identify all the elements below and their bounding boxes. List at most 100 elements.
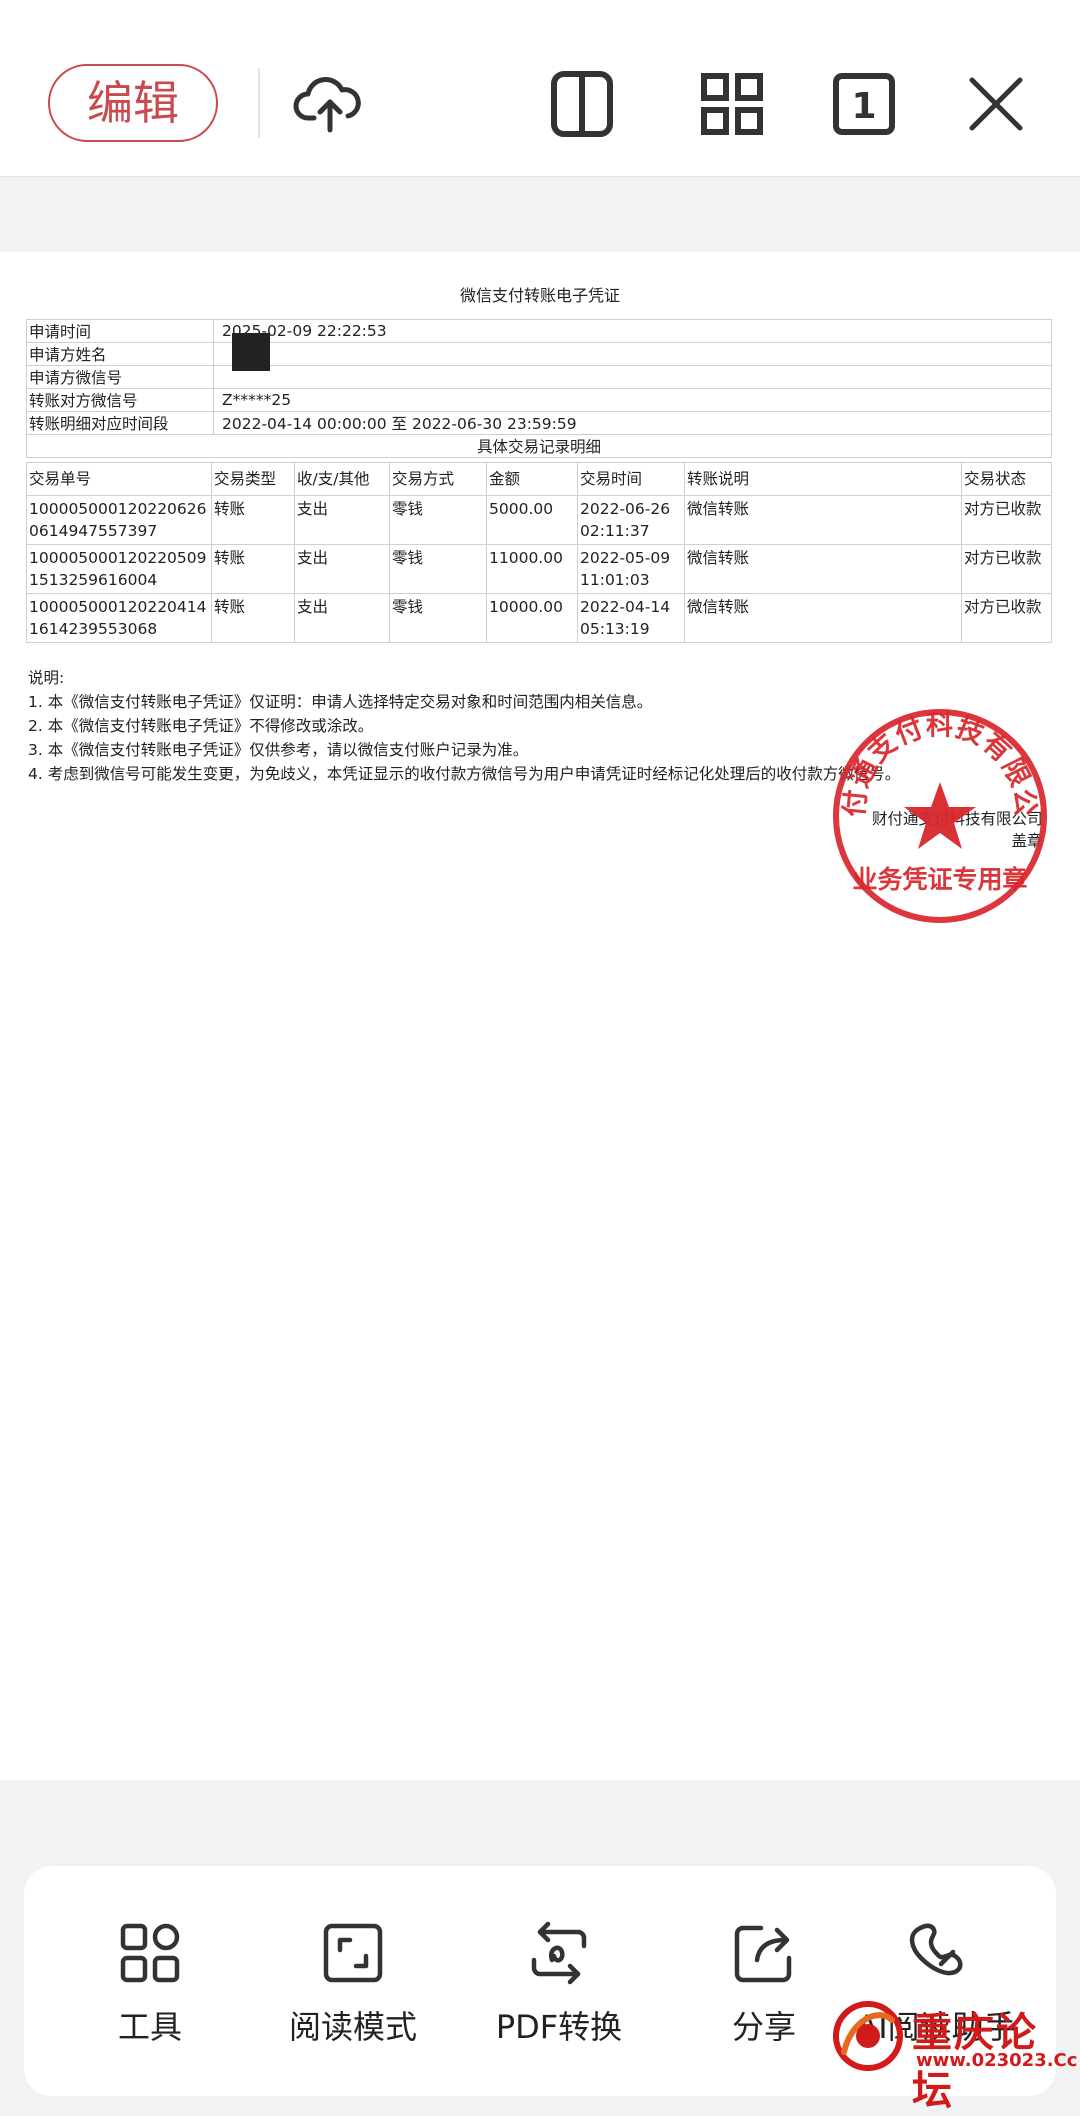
- section-title-row: 具体交易记录明细: [26, 434, 1052, 458]
- table-row: 100005000120220626 0614947557397 转账 支出 零钱…: [26, 495, 1052, 545]
- time-line: 05:13:19: [580, 620, 650, 638]
- id-line: 100005000120220414: [29, 598, 207, 616]
- column-header: 交易单号: [26, 462, 212, 496]
- cell-type: 转账: [211, 593, 295, 643]
- notes-section: 说明: 1. 本《微信支付转账电子凭证》仅证明：申请人选择特定交易对象和时间范围…: [28, 666, 900, 786]
- share-icon: [734, 1925, 792, 1983]
- official-seal: 财付通支付科技有限公司 业务凭证专用章: [830, 706, 1047, 923]
- info-value: [213, 365, 1052, 389]
- info-label: 转账对方微信号: [26, 388, 214, 412]
- info-row: 转账明细对应时间段 2022-04-14 00:00:00 至 2022-06-…: [26, 411, 1052, 435]
- date-line: 2022-04-14: [580, 598, 671, 616]
- column-header: 交易状态: [961, 462, 1052, 496]
- id-line: 0614947557397: [29, 522, 158, 540]
- info-row: 申请时间 2025-02-09 22:22:53: [26, 319, 1052, 343]
- reading-mode-label: 阅读模式: [288, 2008, 417, 2046]
- note-line: 3. 本《微信支付转账电子凭证》仅供参考，请以微信支付账户记录为准。: [28, 741, 529, 759]
- fullscreen-icon: [323, 1923, 383, 1983]
- date-line: 2022-05-09: [580, 549, 671, 567]
- cell-amount: 11000.00: [486, 544, 578, 594]
- tools-label: 工具: [117, 2008, 182, 2046]
- document-page: 微信支付转账电子凭证 申请时间 2025-02-09 22:22:53 申请方姓…: [0, 252, 1080, 1780]
- cell-amount: 10000.00: [486, 593, 578, 643]
- seal-star-icon: [904, 782, 976, 849]
- note-line: 1. 本《微信支付转账电子凭证》仅证明：申请人选择特定交易对象和时间范围内相关信…: [28, 693, 653, 711]
- cell-memo: 微信转账: [684, 544, 962, 594]
- cell-amount: 5000.00: [486, 495, 578, 545]
- watermark-url: www.023023.Cc: [916, 2050, 1078, 2071]
- forum-watermark: 重庆论坛 www.023023.Cc: [830, 1998, 1077, 2114]
- watermark-logo-icon: [833, 2001, 903, 2071]
- cell-type: 转账: [211, 495, 295, 545]
- pdf-convert-label: PDF转换: [495, 2008, 623, 2046]
- info-row: 申请方姓名: [26, 333, 1052, 371]
- id-line: 1513259616004: [29, 571, 158, 589]
- info-label: 申请方姓名: [26, 342, 214, 366]
- time-line: 11:01:03: [580, 571, 650, 589]
- column-header: 交易时间: [577, 462, 685, 496]
- tools-button[interactable]: 工具: [50, 1920, 250, 2048]
- time-line: 02:11:37: [580, 522, 650, 540]
- transaction-table: 交易单号 交易类型 收/支/其他 交易方式 金额 交易时间 转账说明 交易状态 …: [26, 462, 1052, 643]
- column-header: 交易方式: [389, 462, 487, 496]
- note-line: 4. 考虑到微信号可能发生变更，为免歧义，本凭证显示的收付款方微信号为用户申请凭…: [28, 765, 901, 783]
- cell-direction: 支出: [294, 544, 390, 594]
- table-row: 100005000120220509 1513259616004 转账 支出 零钱…: [26, 544, 1052, 594]
- pdf-convert-icon: [531, 1921, 587, 1985]
- cell-method: 零钱: [389, 593, 487, 643]
- edit-button[interactable]: 编辑: [48, 64, 218, 142]
- cell-transaction-id: 100005000120220414 1614239553068: [26, 593, 212, 643]
- id-line: 100005000120220626: [29, 500, 207, 518]
- info-label: 转账明细对应时间段: [26, 411, 214, 435]
- column-header: 收/支/其他: [294, 462, 390, 496]
- cell-transaction-id: 100005000120220509 1513259616004: [26, 544, 212, 594]
- tools-icon: [120, 1923, 180, 1983]
- column-header: 金额: [486, 462, 578, 496]
- cloud-upload-icon[interactable]: [288, 64, 368, 144]
- pdf-convert-button[interactable]: PDF转换: [459, 1920, 659, 2048]
- cell-direction: 支出: [294, 593, 390, 643]
- info-label: 申请方微信号: [26, 365, 214, 389]
- ai-assistant-icon: [909, 1923, 963, 1976]
- cell-transaction-id: 100005000120220626 0614947557397: [26, 495, 212, 545]
- page-badge-number: 1: [851, 86, 876, 127]
- document-title: 微信支付转账电子凭证: [459, 286, 620, 305]
- table-row: 100005000120220414 1614239553068 转账 支出 零钱…: [26, 593, 1052, 643]
- section-title: 具体交易记录明细: [26, 434, 1052, 458]
- info-row: 申请方微信号: [26, 365, 1052, 389]
- note-line: 2. 本《微信支付转账电子凭证》不得修改或涂改。: [28, 717, 374, 735]
- top-toolbar: 编辑 1: [0, 0, 1080, 177]
- info-label: 申请时间: [26, 319, 214, 343]
- applicant-info-table: 申请时间 2025-02-09 22:22:53 申请方姓名 申请方微信号 转账…: [26, 319, 1052, 458]
- info-value: [213, 333, 1052, 371]
- column-header: 转账说明: [684, 462, 962, 496]
- seal-bottom-text: 业务凭证专用章: [852, 865, 1027, 894]
- id-line: 100005000120220509: [29, 549, 207, 567]
- info-value: 2025-02-09 22:22:53: [213, 319, 1052, 343]
- cell-memo: 微信转账: [684, 593, 962, 643]
- reading-mode-button[interactable]: 阅读模式: [253, 1920, 453, 2048]
- cell-type: 转账: [211, 544, 295, 594]
- cell-method: 零钱: [389, 544, 487, 594]
- notes-title: 说明:: [28, 669, 65, 687]
- info-value: 2022-04-14 00:00:00 至 2022-06-30 23:59:5…: [213, 411, 1052, 435]
- split-view-icon[interactable]: [542, 64, 622, 144]
- cell-status: 对方已收款: [961, 593, 1052, 643]
- cell-memo: 微信转账: [684, 495, 962, 545]
- toolbar-divider: [258, 68, 260, 138]
- table-header-row: 交易单号 交易类型 收/支/其他 交易方式 金额 交易时间 转账说明 交易状态: [26, 462, 1052, 496]
- cell-method: 零钱: [389, 495, 487, 545]
- column-header: 交易类型: [211, 462, 295, 496]
- cell-time: 2022-06-26 02:11:37: [577, 495, 685, 545]
- cell-status: 对方已收款: [961, 495, 1052, 545]
- close-icon[interactable]: [956, 64, 1036, 144]
- redaction-block: [232, 333, 270, 371]
- page-one-icon[interactable]: 1: [824, 64, 904, 144]
- cell-time: 2022-05-09 11:01:03: [577, 544, 685, 594]
- info-row: 转账对方微信号 Z*****25: [26, 388, 1052, 412]
- info-value: Z*****25: [213, 388, 1052, 412]
- cell-time: 2022-04-14 05:13:19: [577, 593, 685, 643]
- cell-status: 对方已收款: [961, 544, 1052, 594]
- id-line: 1614239553068: [29, 620, 158, 638]
- grid-view-icon[interactable]: [692, 64, 772, 144]
